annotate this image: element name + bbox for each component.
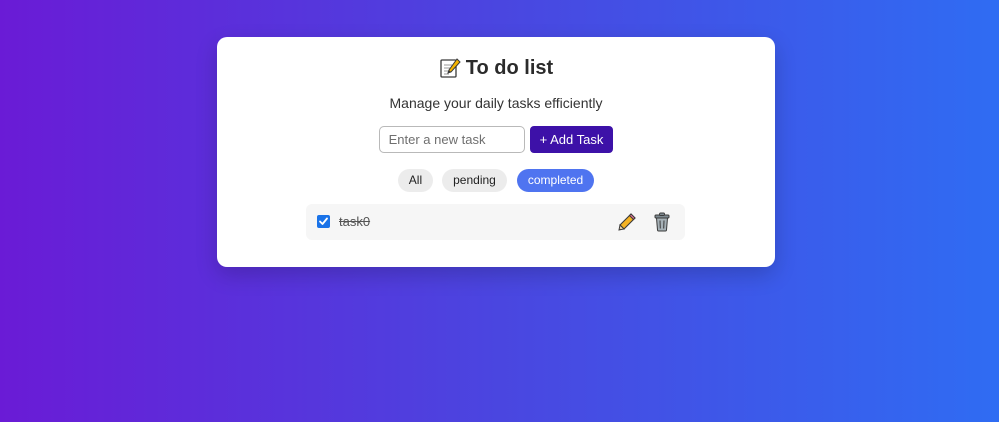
new-task-input[interactable] — [378, 126, 525, 153]
trash-icon[interactable] — [653, 212, 671, 232]
pencil-icon[interactable] — [617, 212, 637, 232]
task-item: task0 — [306, 204, 685, 240]
filter-all-button[interactable]: All — [397, 169, 434, 192]
page-title: To do list — [465, 57, 554, 79]
page-subtitle: Manage your daily tasks efficiently — [389, 95, 603, 111]
todo-card: To do list Manage your daily tasks effic… — [217, 37, 775, 267]
filter-bar: All pending completed — [217, 169, 775, 192]
task-text: task0 — [339, 214, 371, 229]
memo-icon — [439, 57, 461, 79]
task-complete-checkbox[interactable] — [317, 215, 330, 228]
add-task-form: + Add Task — [217, 126, 775, 153]
title-row: To do list — [217, 56, 775, 80]
filter-completed-button[interactable]: completed — [516, 169, 595, 192]
add-task-button[interactable]: + Add Task — [529, 126, 614, 153]
filter-pending-button[interactable]: pending — [442, 169, 507, 192]
